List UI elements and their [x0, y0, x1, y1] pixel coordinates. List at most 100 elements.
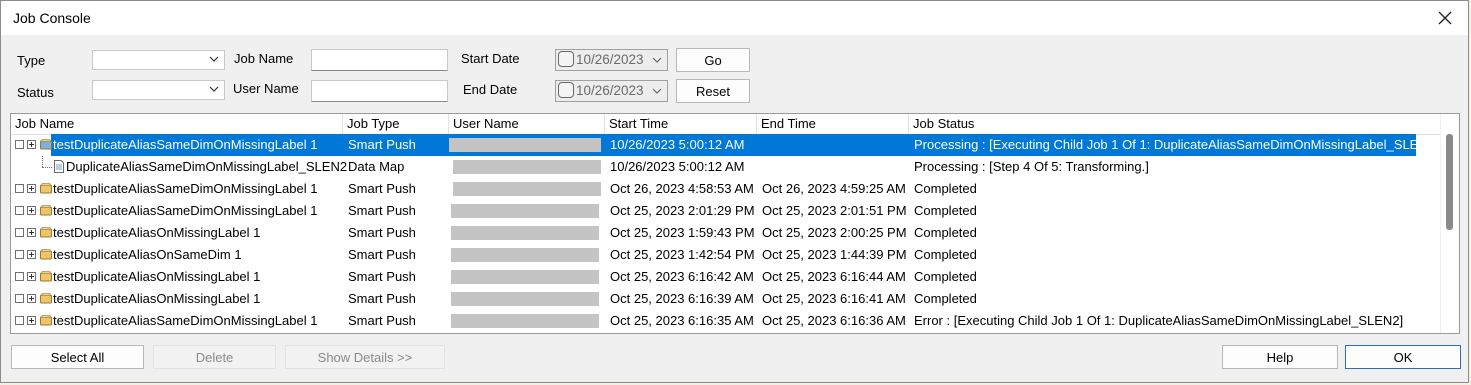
expand-icon[interactable] [27, 228, 36, 237]
reset-button[interactable]: Reset [676, 79, 750, 103]
expand-icon[interactable] [27, 250, 36, 259]
column-header-job-status[interactable]: Job Status [909, 114, 1441, 134]
window-title: Job Console [13, 10, 91, 26]
job-name-cell: testDuplicateAliasSameDimOnMissingLabel … [53, 203, 318, 218]
job-icon [40, 315, 52, 326]
expand-icon[interactable] [27, 184, 36, 193]
type-label: Type [17, 53, 46, 68]
job-icon [40, 183, 52, 194]
expand-icon[interactable] [27, 272, 36, 281]
table-row[interactable]: testDuplicateAliasSameDimOnMissingLabel … [11, 178, 1441, 200]
row-checkbox[interactable] [15, 294, 24, 303]
end-time-cell: Oct 25, 2023 1:44:39 PM [762, 247, 907, 262]
job-name-input[interactable] [311, 49, 448, 71]
close-button[interactable] [1422, 1, 1468, 35]
vertical-scrollbar[interactable] [1440, 114, 1459, 333]
column-header-end-time[interactable]: End Time [757, 114, 909, 134]
job-type-cell: Smart Push [348, 137, 416, 152]
job-status-cell: Processing : [Executing Child Job 1 Of 1… [914, 137, 1439, 152]
end-time-cell: Oct 25, 2023 2:01:51 PM [762, 203, 907, 218]
status-label: Status [17, 85, 54, 100]
end-time-cell: Oct 26, 2023 4:59:25 AM [762, 181, 906, 196]
job-name-cell: DuplicateAliasSameDimOnMissingLabel_SLEN… [66, 159, 348, 174]
table-row[interactable]: testDuplicateAliasOnMissingLabel 1 Smart … [11, 288, 1441, 310]
row-checkbox[interactable] [15, 250, 24, 259]
column-header-job-type[interactable]: Job Type [343, 114, 449, 134]
end-time-cell: Oct 25, 2023 2:00:25 PM [762, 225, 907, 240]
end-date-picker[interactable]: 10/26/2023 [555, 80, 668, 102]
column-header-job-name[interactable]: Job Name [11, 114, 343, 134]
row-checkbox[interactable] [15, 316, 24, 325]
delete-button[interactable]: Delete [153, 345, 276, 369]
job-icon [40, 271, 52, 282]
job-status-cell: Processing : [Step 4 Of 5: Transforming.… [914, 159, 1149, 174]
job-name-cell: testDuplicateAliasOnMissingLabel 1 [53, 225, 261, 240]
help-button[interactable]: Help [1222, 345, 1338, 369]
start-date-value: 10/26/2023 [576, 52, 644, 67]
user-name-input[interactable] [311, 80, 448, 102]
status-dropdown[interactable] [92, 80, 225, 100]
table-header: Job Name Job Type User Name Start Time E… [11, 114, 1441, 135]
table-row[interactable]: testDuplicateAliasSameDimOnMissingLabel … [11, 310, 1441, 332]
job-status-cell: Completed [914, 269, 977, 284]
start-time-cell: Oct 25, 2023 1:59:43 PM [610, 225, 755, 240]
ok-button[interactable]: OK [1345, 345, 1461, 369]
type-dropdown[interactable] [92, 50, 225, 70]
scrollbar-thumb[interactable] [1446, 134, 1453, 230]
table-row[interactable]: DuplicateAliasSameDimOnMissingLabel_SLEN… [11, 156, 1441, 178]
chevron-down-icon [209, 86, 219, 92]
row-checkbox[interactable] [15, 140, 24, 149]
document-icon [54, 160, 64, 173]
expand-icon[interactable] [27, 316, 36, 325]
user-name-cell-redacted [451, 204, 599, 218]
start-date-label: Start Date [461, 51, 520, 66]
job-icon [40, 227, 52, 238]
start-time-cell: Oct 25, 2023 2:01:29 PM [610, 203, 755, 218]
close-icon [1438, 11, 1452, 25]
tree-connector [42, 167, 52, 168]
row-checkbox[interactable] [15, 272, 24, 281]
job-status-cell: Completed [914, 291, 977, 306]
job-icon [40, 249, 52, 260]
end-time-cell: Oct 25, 2023 6:16:44 AM [762, 269, 906, 284]
job-name-cell: testDuplicateAliasOnMissingLabel 1 [53, 291, 261, 306]
column-header-user-name[interactable]: User Name [449, 114, 605, 134]
end-date-checkbox[interactable] [558, 82, 574, 98]
job-name-cell: testDuplicateAliasSameDimOnMissingLabel … [53, 181, 318, 196]
chevron-down-icon [652, 57, 662, 63]
show-details-button[interactable]: Show Details >> [285, 345, 445, 369]
job-status-cell: Error : [Executing Child Job 1 Of 1: Dup… [914, 313, 1404, 328]
job-status-cell: Completed [914, 203, 977, 218]
user-name-cell-redacted [451, 292, 599, 306]
expand-icon[interactable] [27, 206, 36, 215]
table-row[interactable]: testDuplicateAliasSameDimOnMissingLabel … [11, 200, 1441, 222]
row-checkbox[interactable] [15, 184, 24, 193]
table-row[interactable]: testDuplicateAliasSameDimOnMissingLabel … [11, 134, 1441, 156]
expand-icon[interactable] [27, 294, 36, 303]
expand-icon[interactable] [27, 140, 36, 149]
job-name-cell: testDuplicateAliasOnSameDim 1 [53, 247, 242, 262]
select-all-button[interactable]: Select All [11, 345, 144, 369]
start-time-cell: Oct 25, 2023 6:16:39 AM [610, 291, 754, 306]
title-bar: Job Console [1, 1, 1468, 35]
user-name-cell-redacted [451, 270, 599, 284]
table-row[interactable]: testDuplicateAliasOnSameDim 1 Smart Push O… [11, 244, 1441, 266]
job-type-cell: Data Map [348, 159, 405, 174]
table-row[interactable]: testDuplicateAliasOnMissingLabel 1 Smart … [11, 222, 1441, 244]
end-date-label: End Date [463, 82, 518, 97]
go-button[interactable]: Go [676, 48, 750, 72]
job-type-cell: Smart Push [348, 225, 416, 240]
job-console-dialog: Job Console Type Status Job Name User Na… [0, 0, 1469, 383]
job-name-cell: testDuplicateAliasOnMissingLabel 1 [53, 269, 261, 284]
start-date-checkbox[interactable] [558, 51, 574, 67]
column-header-start-time[interactable]: Start Time [605, 114, 757, 134]
chevron-down-icon [652, 88, 662, 94]
row-checkbox[interactable] [15, 228, 24, 237]
row-checkbox[interactable] [15, 206, 24, 215]
table-row[interactable]: testDuplicateAliasOnMissingLabel 1 Smart … [11, 266, 1441, 288]
job-type-cell: Smart Push [348, 247, 416, 262]
end-date-value: 10/26/2023 [576, 83, 644, 98]
end-time-cell: Oct 25, 2023 6:16:41 AM [762, 291, 906, 306]
start-date-picker[interactable]: 10/26/2023 [555, 49, 668, 71]
job-icon [40, 139, 52, 150]
